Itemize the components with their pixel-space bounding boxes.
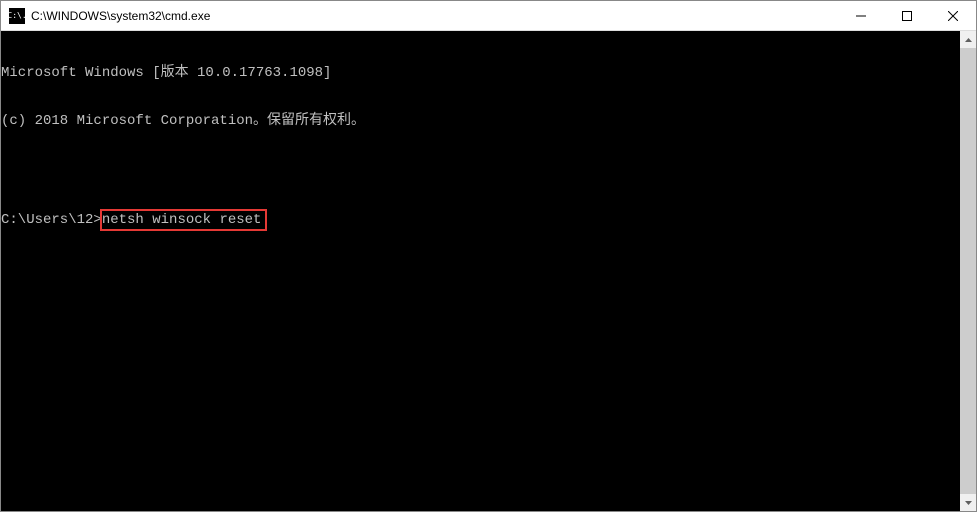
close-button[interactable] bbox=[930, 1, 976, 30]
minimize-button[interactable] bbox=[838, 1, 884, 30]
terminal-area[interactable]: Microsoft Windows [版本 10.0.17763.1098] (… bbox=[1, 31, 976, 511]
vertical-scrollbar[interactable] bbox=[960, 31, 976, 511]
maximize-icon bbox=[902, 11, 912, 21]
terminal-prompt-line: C:\Users\12>netsh winsock reset bbox=[1, 209, 976, 231]
chevron-down-icon bbox=[965, 501, 972, 505]
titlebar[interactable]: C:\. C:\WINDOWS\system32\cmd.exe bbox=[1, 1, 976, 31]
terminal-prompt: C:\Users\12> bbox=[1, 212, 102, 228]
terminal-line-copyright: (c) 2018 Microsoft Corporation。保留所有权利。 bbox=[1, 113, 976, 129]
scroll-down-button[interactable] bbox=[960, 494, 976, 511]
terminal-command: netsh winsock reset bbox=[102, 212, 262, 228]
terminal-line-blank bbox=[1, 161, 976, 177]
scroll-up-button[interactable] bbox=[960, 31, 976, 48]
window-controls bbox=[838, 1, 976, 30]
minimize-icon bbox=[856, 11, 866, 21]
app-icon: C:\. bbox=[9, 8, 25, 24]
maximize-button[interactable] bbox=[884, 1, 930, 30]
cmd-window: C:\. C:\WINDOWS\system32\cmd.exe Microso… bbox=[0, 0, 977, 512]
window-title: C:\WINDOWS\system32\cmd.exe bbox=[31, 9, 838, 23]
scroll-track[interactable] bbox=[960, 48, 976, 494]
chevron-up-icon bbox=[965, 38, 972, 42]
app-icon-text: C:\. bbox=[7, 12, 26, 20]
terminal-line-version: Microsoft Windows [版本 10.0.17763.1098] bbox=[1, 65, 976, 81]
scroll-thumb[interactable] bbox=[960, 48, 976, 494]
close-icon bbox=[948, 11, 958, 21]
command-highlight-box: netsh winsock reset bbox=[100, 209, 268, 231]
